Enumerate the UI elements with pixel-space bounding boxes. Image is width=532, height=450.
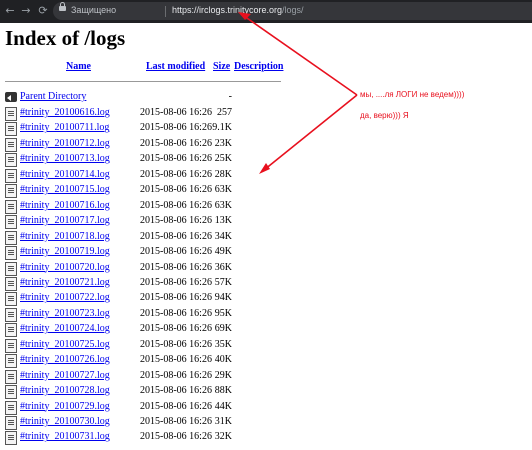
arrow-to-url [243, 15, 358, 96]
annotation-text-1: мы, ....ля ЛОГИ не ведем)))) [360, 90, 465, 99]
annotation-arrows [238, 12, 358, 174]
arrow-to-list [263, 94, 358, 171]
arrowhead-list-icon [259, 163, 270, 174]
annotation-text-2: да, верю))) Я [360, 111, 409, 120]
